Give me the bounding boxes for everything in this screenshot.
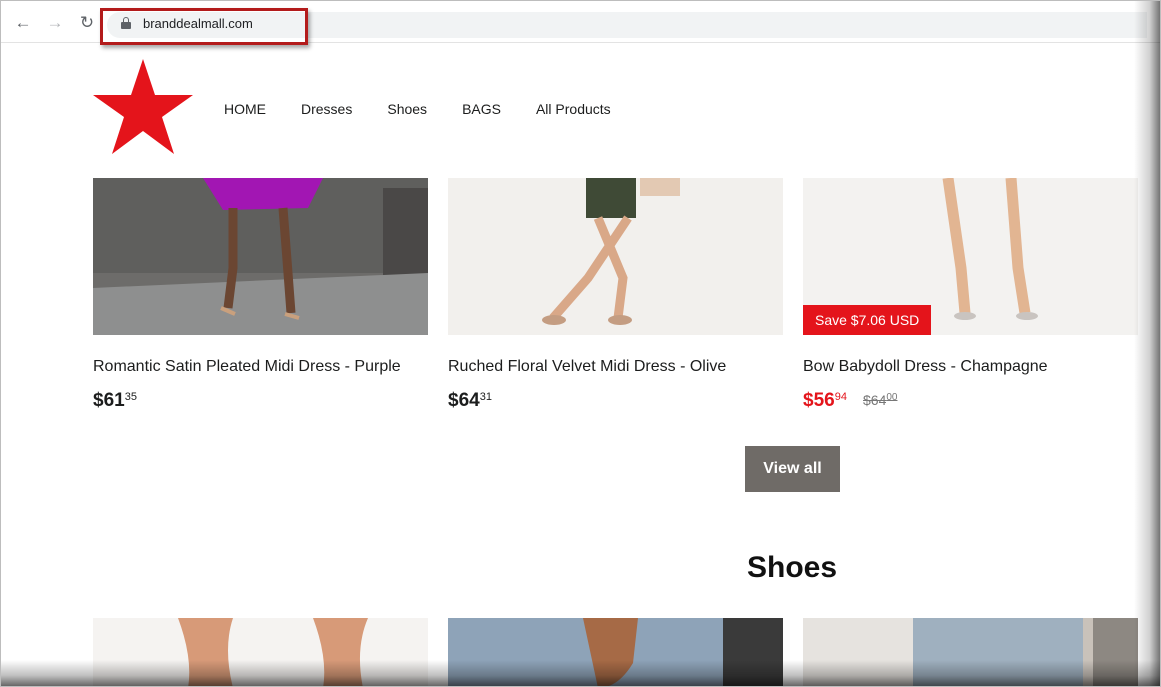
section-title: Shoes bbox=[746, 551, 838, 584]
price-cents: 31 bbox=[479, 391, 492, 403]
product-price: $6135 bbox=[93, 390, 137, 412]
nav-bags[interactable]: BAGS bbox=[462, 101, 501, 117]
shoe-product-image[interactable] bbox=[803, 618, 1138, 686]
reload-icon[interactable]: ↻ bbox=[77, 13, 97, 33]
view-all-button[interactable]: View all bbox=[745, 446, 840, 492]
price-cents: 94 bbox=[834, 391, 847, 403]
nav-dresses[interactable]: Dresses bbox=[301, 101, 352, 117]
nav-home[interactable]: HOME bbox=[224, 101, 266, 117]
product-price: $6431 bbox=[448, 390, 492, 412]
arrow-left-icon[interactable]: ← bbox=[13, 13, 33, 33]
price-main: $64 bbox=[448, 390, 480, 411]
product-title[interactable]: Romantic Satin Pleated Midi Dress - Purp… bbox=[93, 358, 401, 376]
nav-shoes[interactable]: Shoes bbox=[387, 101, 427, 117]
price-cents: 35 bbox=[124, 391, 137, 403]
product-image[interactable]: Save $7.06 USD bbox=[803, 178, 1138, 335]
url-highlight-box bbox=[100, 8, 308, 45]
product-card[interactable]: Save $7.06 USD Bow Babydoll Dress - Cham… bbox=[803, 178, 1138, 411]
compare-at-price: $6400 bbox=[863, 392, 897, 408]
nav-all-products[interactable]: All Products bbox=[536, 101, 611, 117]
sale-badge: Save $7.06 USD bbox=[803, 305, 932, 335]
product-image[interactable] bbox=[448, 178, 783, 335]
compare-cents: 00 bbox=[886, 392, 898, 403]
shoe-product-image[interactable] bbox=[93, 618, 428, 686]
shoe-product-image[interactable] bbox=[448, 618, 783, 686]
arrow-right-icon[interactable]: → bbox=[45, 13, 65, 33]
product-title[interactable]: Bow Babydoll Dress - Champagne bbox=[803, 358, 1048, 376]
product-card[interactable]: Ruched Floral Velvet Midi Dress - Olive … bbox=[448, 178, 783, 411]
price-main: $61 bbox=[93, 390, 125, 411]
product-image[interactable] bbox=[93, 178, 428, 335]
main-nav: HOME Dresses Shoes BAGS All Products bbox=[224, 101, 646, 117]
product-sale-price: $5694 bbox=[803, 390, 847, 412]
browser-window: ← → ↻ branddealmall.com HOME Dresses Sho… bbox=[0, 0, 1161, 687]
compare-main: $64 bbox=[863, 392, 887, 408]
price-main: $56 bbox=[803, 390, 835, 411]
product-title[interactable]: Ruched Floral Velvet Midi Dress - Olive bbox=[448, 358, 726, 376]
product-card[interactable]: Romantic Satin Pleated Midi Dress - Purp… bbox=[93, 178, 428, 411]
red-star-logo[interactable] bbox=[92, 59, 194, 155]
